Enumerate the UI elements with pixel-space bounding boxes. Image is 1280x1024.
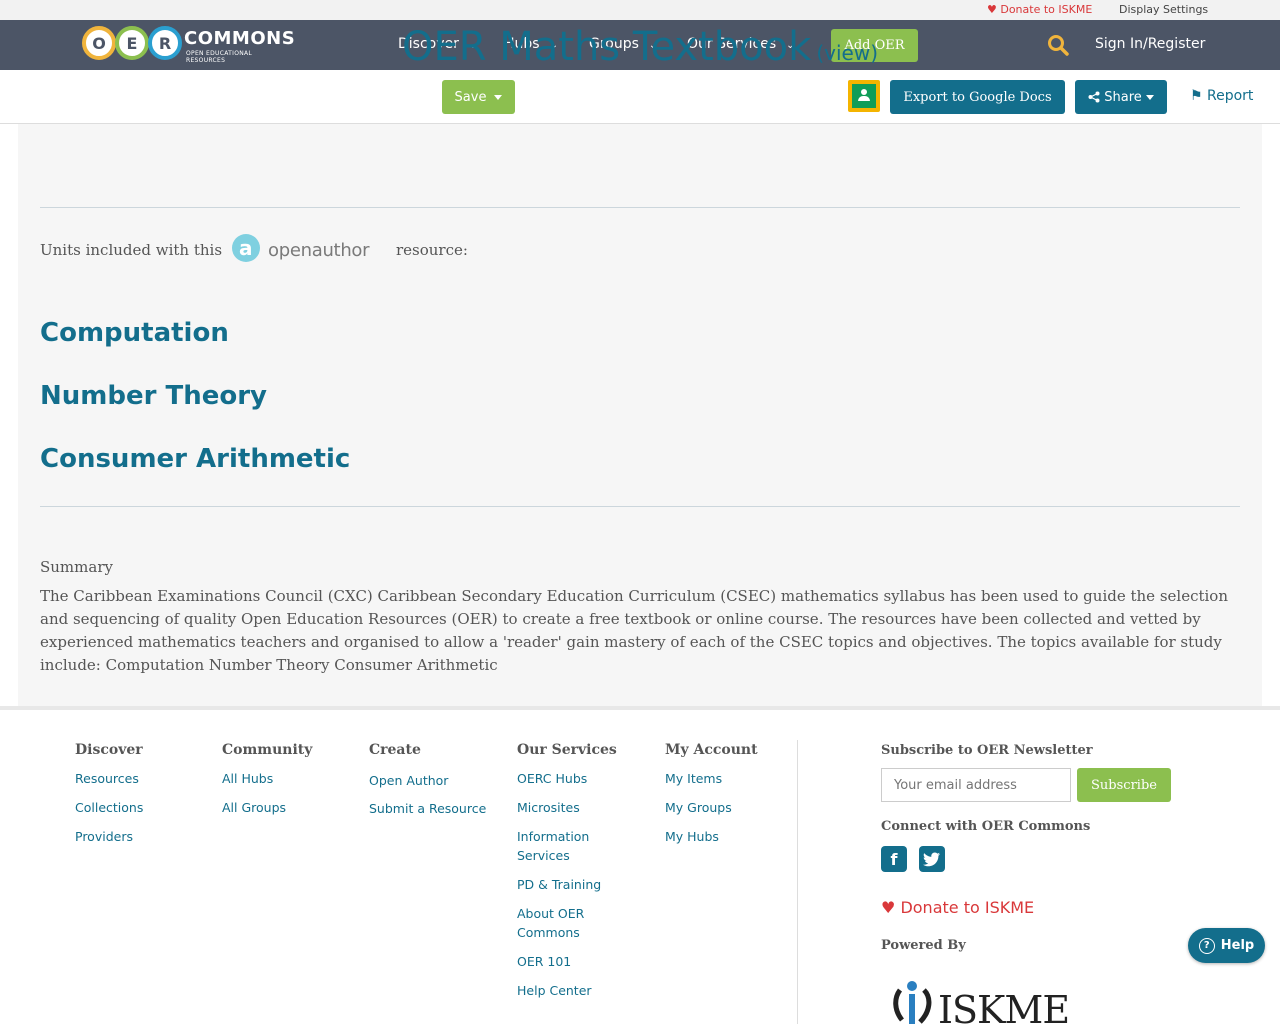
powered-by-label: Powered By — [881, 938, 966, 953]
title-divider — [40, 207, 1240, 208]
footer-link-help-center[interactable]: Help Center — [517, 981, 592, 1000]
footer-heading-community: Community — [222, 742, 313, 758]
footer-link-information-services[interactable]: Information Services — [517, 827, 617, 865]
iskme-logo[interactable]: ISKME — [890, 976, 1090, 1024]
share-label: Share — [1104, 89, 1142, 105]
footer-link-collections[interactable]: Collections — [75, 798, 143, 817]
footer-heading-discover: Discover — [75, 742, 143, 758]
donate-footer-label: Donate to ISKME — [900, 898, 1035, 917]
footer-link-pd-training[interactable]: PD & Training — [517, 875, 601, 894]
footer-link-my-items[interactable]: My Items — [665, 769, 722, 788]
footer-link-providers[interactable]: Providers — [75, 827, 133, 846]
donate-link-footer[interactable]: ♥ Donate to ISKME — [881, 898, 1034, 917]
footer: Discover Resources Collections Providers… — [0, 706, 1280, 1024]
share-icon — [1088, 91, 1100, 103]
footer-heading-our-services: Our Services — [517, 742, 617, 758]
flag-icon: ⚑ — [1190, 88, 1203, 104]
footer-link-my-hubs[interactable]: My Hubs — [665, 827, 719, 846]
caret-down-icon — [494, 94, 503, 100]
help-button[interactable]: ? Help — [1188, 928, 1265, 963]
google-classroom-icon[interactable] — [848, 80, 880, 112]
newsletter-email-input[interactable] — [881, 768, 1071, 802]
footer-link-oerc-hubs[interactable]: OERC Hubs — [517, 769, 587, 788]
footer-divider — [797, 740, 798, 1024]
resource-label: resource: — [396, 241, 468, 259]
export-google-docs-button[interactable]: Export to Google Docs — [890, 80, 1065, 114]
donate-link-top[interactable]: ♥ Donate to ISKME — [987, 3, 1092, 16]
facebook-icon[interactable]: f — [881, 846, 907, 872]
twitter-icon[interactable] — [919, 846, 945, 872]
resource-toolbar: Save Export to Google Docs Share ⚑ Repor… — [0, 70, 1280, 124]
units-label: Units included with this — [40, 241, 223, 259]
footer-link-my-groups[interactable]: My Groups — [665, 798, 732, 817]
footer-heading-my-account: My Account — [665, 742, 758, 758]
subscribe-button[interactable]: Subscribe — [1077, 768, 1171, 802]
help-icon: ? — [1198, 937, 1215, 954]
footer-link-all-groups[interactable]: All Groups — [222, 798, 286, 817]
footer-link-resources[interactable]: Resources — [75, 769, 139, 788]
save-label: Save — [454, 89, 487, 105]
page-title: OER Maths Textbook (view) — [0, 24, 1280, 70]
openauthor-logo: a openauthor — [232, 234, 384, 264]
footer-heading-create: Create — [369, 742, 421, 758]
view-link[interactable]: (view) — [816, 41, 878, 65]
connect-heading: Connect with OER Commons — [881, 819, 1091, 834]
utility-bar: ♥ Donate to ISKME Display Settings — [0, 0, 1280, 20]
unit-link-number-theory[interactable]: Number Theory — [40, 381, 267, 411]
footer-link-submit-resource[interactable]: Submit a Resource — [369, 799, 486, 818]
donate-label: Donate to ISKME — [1000, 3, 1093, 16]
report-label: Report — [1207, 88, 1254, 104]
footer-link-all-hubs[interactable]: All Hubs — [222, 769, 273, 788]
resource-title: OER Maths Textbook — [401, 24, 812, 70]
help-label: Help — [1220, 938, 1255, 953]
newsletter-heading: Subscribe to OER Newsletter — [881, 743, 1093, 758]
footer-link-open-author[interactable]: Open Author — [369, 771, 448, 790]
unit-link-consumer-arithmetic[interactable]: Consumer Arithmetic — [40, 444, 350, 474]
share-button[interactable]: Share — [1075, 80, 1167, 114]
summary-heading: Summary — [40, 558, 113, 576]
caret-down-icon — [1145, 94, 1154, 100]
save-button[interactable]: Save — [442, 80, 515, 114]
footer-link-microsites[interactable]: Microsites — [517, 798, 580, 817]
units-divider — [40, 506, 1240, 507]
summary-text: The Caribbean Examinations Council (CXC)… — [40, 587, 1228, 674]
unit-link-computation[interactable]: Computation — [40, 318, 229, 348]
iskme-logo-text: ISKME — [938, 988, 1070, 1024]
footer-link-oer-101[interactable]: OER 101 — [517, 952, 571, 971]
display-settings-link[interactable]: Display Settings — [1119, 3, 1208, 16]
report-link[interactable]: ⚑ Report — [1190, 88, 1253, 104]
openauthor-logo-text: openauthor — [268, 240, 370, 261]
footer-link-about-oer-commons[interactable]: About OER Commons — [517, 904, 617, 942]
